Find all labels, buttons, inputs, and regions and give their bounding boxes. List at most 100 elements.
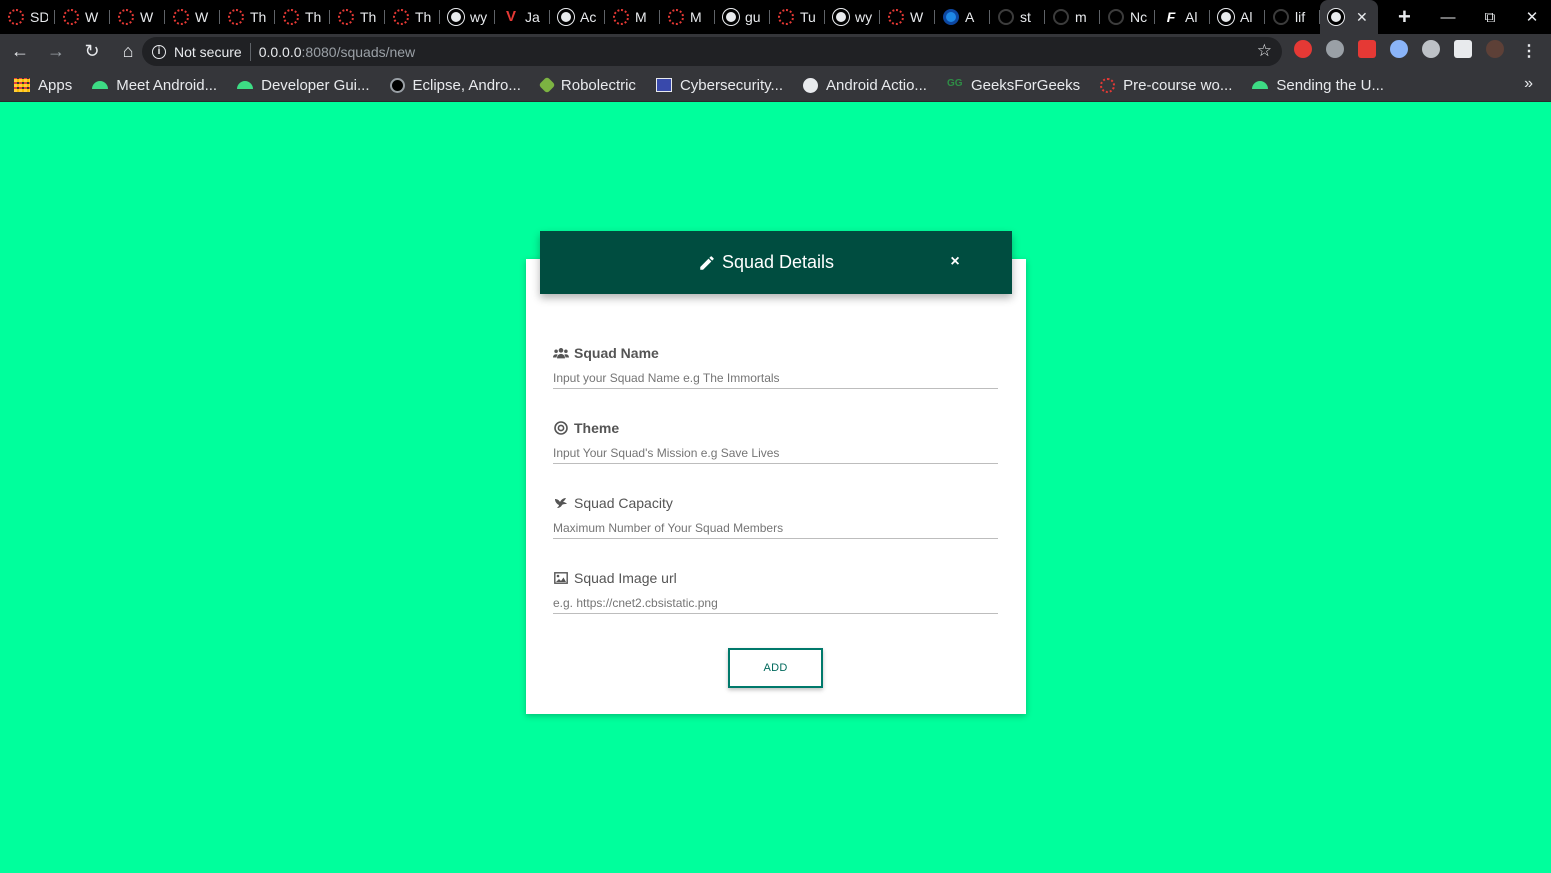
- modal-header: Squad Details ×: [540, 231, 1012, 294]
- squad-name-label-row: Squad Name: [553, 344, 998, 362]
- browser-tab[interactable]: Al: [1210, 0, 1265, 34]
- browser-tab[interactable]: wy: [440, 0, 495, 34]
- restore-button[interactable]: ⧉: [1481, 9, 1499, 26]
- red-dotted-circle-icon: [173, 9, 189, 25]
- bookmark-label: Sending the U...: [1276, 76, 1384, 94]
- browser-tab[interactable]: W: [55, 0, 110, 34]
- squad-image-label-row: Squad Image url: [553, 569, 998, 587]
- squad-image-input[interactable]: [553, 587, 998, 614]
- squad-image-label: Squad Image url: [574, 570, 677, 586]
- bookmark-item[interactable]: Cybersecurity...: [655, 77, 783, 94]
- tab-title: m: [1075, 9, 1087, 25]
- browser-tab[interactable]: lif: [1265, 0, 1320, 34]
- browser-tab[interactable]: Th: [330, 0, 385, 34]
- window-close-button[interactable]: ✕: [1523, 8, 1541, 26]
- squad-image-field: Squad Image url: [553, 569, 998, 629]
- browser-tab[interactable]: Th: [385, 0, 440, 34]
- bookmark-label: Pre-course wo...: [1123, 76, 1233, 94]
- tab-title: Ja: [525, 9, 540, 25]
- browser-tab[interactable]: st: [990, 0, 1045, 34]
- browser-tab[interactable]: gu: [715, 0, 770, 34]
- browser-tab[interactable]: Ac: [550, 0, 605, 34]
- android-icon: [237, 81, 254, 89]
- browser-tab[interactable]: Th: [220, 0, 275, 34]
- bookmark-item[interactable]: Meet Android...: [92, 77, 217, 94]
- url-path: :8080/squads/new: [301, 43, 416, 60]
- bookmark-item[interactable]: Pre-course wo...: [1100, 77, 1232, 94]
- squad-form-card: [526, 259, 1026, 714]
- close-tab-icon[interactable]: ✕: [1356, 9, 1368, 26]
- tab-active[interactable]: ✕: [1320, 0, 1378, 34]
- browser-tab[interactable]: V Ja: [495, 0, 550, 34]
- bookmarks-overflow-button[interactable]: »: [1524, 75, 1533, 93]
- apps-grid-icon: [14, 78, 30, 92]
- gfg-icon: GG: [946, 78, 963, 89]
- header-title-group: Squad Details: [698, 252, 834, 273]
- bookmark-item[interactable]: Android Actio...: [803, 77, 927, 94]
- minimize-button[interactable]: —: [1439, 9, 1457, 26]
- back-button[interactable]: ←: [4, 36, 36, 68]
- browser-tab[interactable]: A: [935, 0, 990, 34]
- bookmark-item[interactable]: Apps: [14, 77, 72, 94]
- browser-tab[interactable]: SD: [0, 0, 55, 34]
- browser-tab[interactable]: M: [660, 0, 715, 34]
- forward-button[interactable]: →: [40, 36, 72, 68]
- browser-tab[interactable]: Nc: [1100, 0, 1155, 34]
- bookmark-item[interactable]: Sending the U...: [1252, 77, 1384, 94]
- browser-tab[interactable]: Th: [275, 0, 330, 34]
- add-button[interactable]: ADD: [728, 648, 823, 688]
- android-icon: [1252, 81, 1269, 89]
- browser-tab[interactable]: F Al: [1155, 0, 1210, 34]
- tab-title: M: [635, 9, 647, 25]
- menu-dots-icon[interactable]: ⋮: [1521, 41, 1537, 61]
- browser-tab[interactable]: W: [110, 0, 165, 34]
- squad-capacity-label-row: Squad Capacity: [553, 494, 998, 512]
- bookmark-item[interactable]: Robolectric: [538, 77, 636, 94]
- extension-icon[interactable]: [1294, 40, 1312, 58]
- bookmark-star-icon[interactable]: ☆: [1257, 41, 1272, 61]
- new-tab-button[interactable]: +: [1398, 4, 1411, 30]
- red-dotted-circle-icon: [228, 9, 244, 25]
- bookmark-item[interactable]: GG GeeksForGeeks: [947, 77, 1080, 94]
- tab-title: W: [910, 9, 924, 25]
- bookmarks-list: Apps Meet Android... Developer Gui... Eclip…: [14, 77, 1404, 94]
- tab-title: W: [85, 9, 99, 25]
- globe-icon: [1328, 9, 1344, 25]
- tab-title: lif: [1295, 9, 1306, 25]
- browser-tab[interactable]: M: [605, 0, 660, 34]
- squad-name-input[interactable]: [553, 362, 998, 389]
- reload-button[interactable]: ↻: [76, 36, 108, 68]
- tab-title: Th: [250, 9, 267, 25]
- squad-name-label: Squad Name: [574, 345, 659, 361]
- tab-title: st: [1020, 9, 1031, 25]
- puzzle-icon[interactable]: [1454, 40, 1472, 58]
- browser-tab[interactable]: m: [1045, 0, 1100, 34]
- bookmark-item[interactable]: Eclipse, Andro...: [389, 77, 521, 94]
- cloud-extension-icon[interactable]: [1422, 40, 1440, 58]
- browser-tab[interactable]: Tu: [770, 0, 825, 34]
- dove-icon: [553, 496, 569, 510]
- address-bar[interactable]: i Not secure 0.0.0.0:8080/squads/new ☆: [142, 37, 1282, 66]
- tab-title: A: [965, 9, 975, 25]
- bookmark-item[interactable]: Developer Gui...: [237, 77, 370, 94]
- red-dotted-circle-icon: [668, 9, 684, 25]
- security-label: Not secure: [174, 43, 242, 60]
- extension-icon[interactable]: [1390, 40, 1408, 58]
- browser-tab[interactable]: W: [165, 0, 220, 34]
- blue-circle-icon: [943, 9, 959, 25]
- tab-title: Al: [1185, 9, 1198, 25]
- download-extension-icon[interactable]: [1326, 40, 1344, 58]
- info-icon[interactable]: i: [152, 44, 166, 59]
- browser-tab[interactable]: wy: [825, 0, 880, 34]
- download-arrow-icon[interactable]: [1358, 40, 1376, 58]
- bookmark-label: Meet Android...: [116, 76, 218, 94]
- squad-capacity-field: Squad Capacity: [553, 494, 998, 554]
- home-button[interactable]: ⌂: [112, 36, 144, 68]
- browser-tab[interactable]: W: [880, 0, 935, 34]
- red-dotted-circle-icon: [1100, 77, 1116, 93]
- squad-capacity-input[interactable]: [553, 512, 998, 539]
- close-button[interactable]: ×: [946, 251, 964, 273]
- profile-avatar[interactable]: [1486, 40, 1504, 58]
- cybersecurity-icon: [655, 78, 672, 92]
- theme-input[interactable]: [553, 437, 998, 464]
